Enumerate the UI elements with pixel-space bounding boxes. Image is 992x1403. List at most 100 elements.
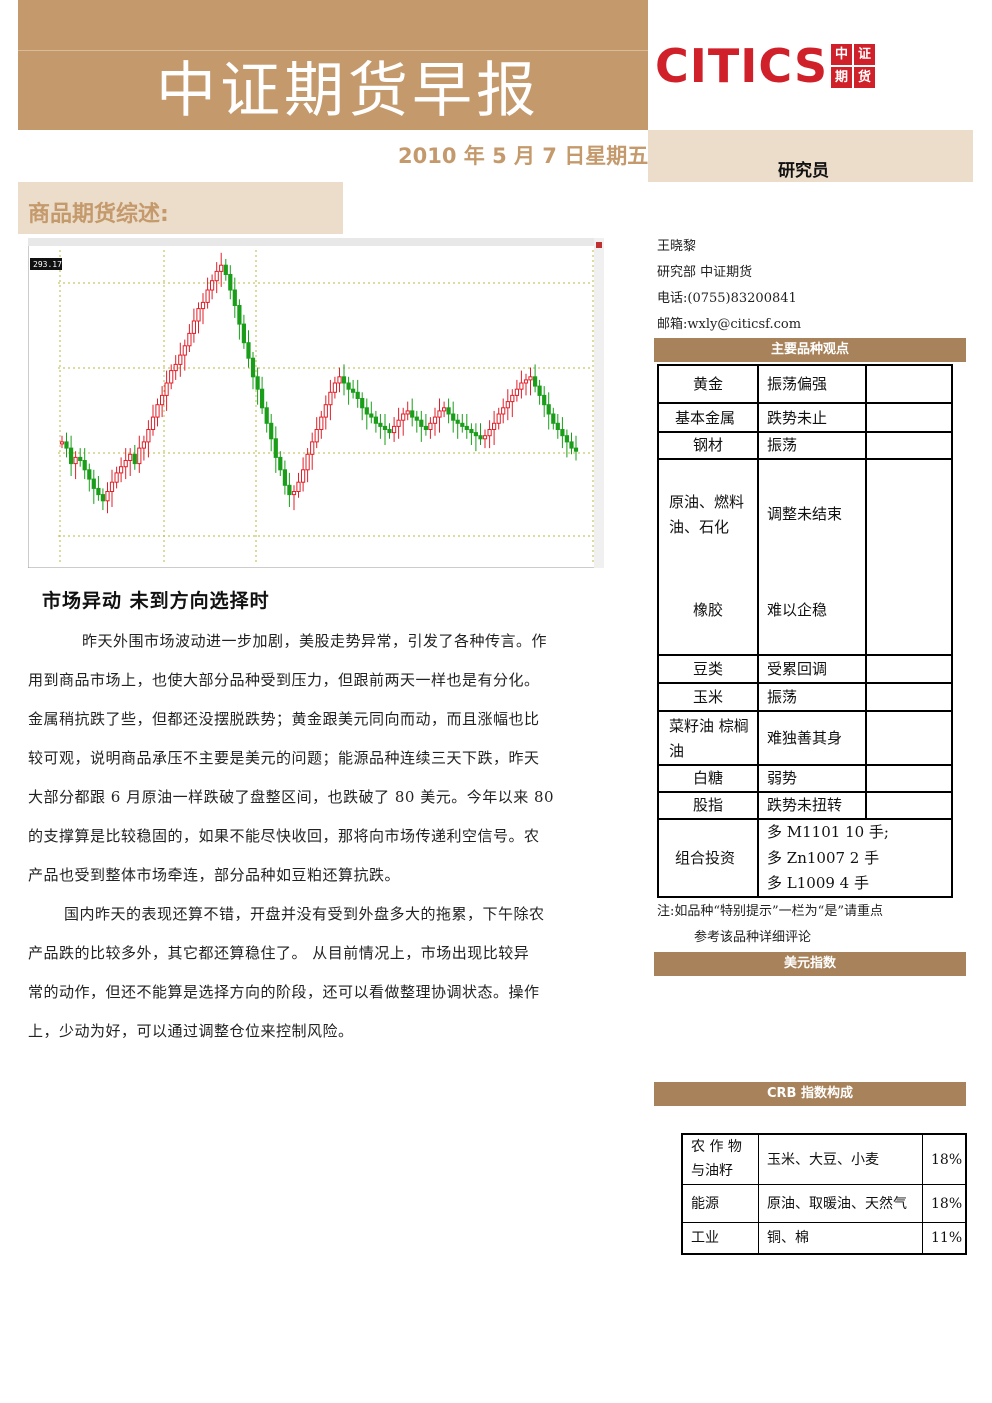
article-line: 大部分都跟 6 月原油一样跌破了盘整区间，也跌破了 80 美元。今年以来 80 <box>28 788 555 806</box>
candle-down <box>91 478 96 489</box>
candle-down <box>78 456 83 461</box>
table-row: 农 作 物 与油籽 玉米、大豆、小麦 18% <box>683 1135 965 1185</box>
article-line: 产品跌的比较多外，其它都还算稳住了。 从目前情况上，市场出现比较异 <box>28 944 530 962</box>
chart-title-strip <box>28 238 604 246</box>
candle-down <box>569 441 574 449</box>
candle-up <box>428 422 433 431</box>
banner-divider <box>18 50 648 51</box>
candle-down <box>542 394 547 406</box>
crb-items: 铜、棉 <box>767 1230 809 1246</box>
section-title: 商品期货综述: <box>28 202 169 227</box>
chart-frame <box>28 238 604 568</box>
candle-up <box>205 289 210 303</box>
candle-up <box>196 308 201 322</box>
article-line: 常的动作，但还不能算是选择方向的阶段，还可以看做整理协调状态。操作 <box>28 983 540 1001</box>
row-name: 钢材 <box>693 436 724 454</box>
crb-header: CRB 指数构成 <box>654 1082 966 1106</box>
crb-category: 与油籽 <box>691 1163 733 1179</box>
row-view-line: 多 M1101 10 手; <box>767 823 889 841</box>
candle-down <box>355 391 360 400</box>
candle-up <box>119 466 124 474</box>
candle-down <box>132 453 137 465</box>
table-row: 菜籽油 棕榈油 难独善其身 <box>659 712 951 766</box>
table-row: 组合投资 多 M1101 10 手; 多 Zn1007 2 手 多 L1009 … <box>659 820 951 896</box>
candle-up <box>401 413 406 421</box>
candle-down <box>228 274 233 291</box>
table-row: 原油、燃料油、石化 橡胶 调整未结束 难以企稳 <box>659 460 951 656</box>
candle-up <box>314 429 319 443</box>
contact-email[interactable]: 邮箱:wxly@citicsf.com <box>657 316 801 334</box>
candle-up <box>319 416 324 431</box>
logo-char-4: 货 <box>854 67 875 88</box>
table-row: 股指 跌势未扭转 <box>659 793 951 820</box>
candle-down <box>369 413 374 418</box>
candle-up <box>482 435 488 440</box>
candle-down <box>560 429 565 437</box>
row-name: 菜籽油 棕榈油 <box>669 717 749 760</box>
candle-up <box>146 429 151 443</box>
table-row: 钢材 振荡 <box>659 433 951 460</box>
views-table: 黄金 振荡偏强 基本金属 跌势未止 钢材 振荡 原油、燃料油、石化 橡胶 调整未… <box>657 364 953 898</box>
contact-phone: 电话:(0755)83200841 <box>657 291 797 306</box>
candle-down <box>460 422 465 427</box>
candle-up <box>200 301 206 310</box>
row-name: 黄金 <box>693 375 724 393</box>
candle-up <box>105 491 110 502</box>
row-name: 基本金属 <box>675 409 736 427</box>
candle-down <box>473 432 478 437</box>
candle-down <box>278 456 283 471</box>
candle-down <box>269 422 274 440</box>
row-view: 跌势未止 <box>767 409 828 427</box>
crb-category: 能源 <box>691 1196 719 1212</box>
crb-pct: 11% <box>931 1230 963 1246</box>
candle-up <box>528 376 533 381</box>
row-view: 受累回调 <box>767 660 828 678</box>
article-line: 国内昨天的表现还算不错，开盘并没有受到外盘多大的拖累，下午除农 <box>64 905 545 923</box>
candle-down <box>564 435 569 443</box>
table-row: 工业 铜、棉 11% <box>683 1223 965 1253</box>
candle-up <box>109 481 115 492</box>
candle-down <box>414 416 419 421</box>
candle-down <box>464 425 469 430</box>
candle-down <box>96 487 101 496</box>
chart-close-icon <box>596 242 602 248</box>
candle-up <box>187 332 192 347</box>
contact-name: 王晓黎 <box>657 239 697 254</box>
row-view: 弱势 <box>767 769 798 787</box>
candle-up <box>219 264 224 272</box>
article-line: 较可观，说明商品承压不主要是美元的问题；能源品种连续三天下跌，昨天 <box>28 749 540 767</box>
candle-up <box>164 382 169 396</box>
researcher-bar: 研究员 <box>648 130 973 182</box>
candle-down <box>373 416 378 424</box>
row-name: 豆类 <box>693 660 724 678</box>
candle-up <box>523 379 529 384</box>
row-view: 振荡 <box>767 436 798 454</box>
crb-pct: 18% <box>931 1196 963 1212</box>
candle-up <box>496 413 501 424</box>
logo-char-2: 证 <box>854 44 875 65</box>
table-row: 白糖 弱势 <box>659 766 951 793</box>
candle-down <box>255 376 260 390</box>
section-header: 商品期货综述: <box>18 182 343 234</box>
candle-down <box>237 305 242 325</box>
usd-index-header: 美元指数 <box>654 952 966 976</box>
candle-down <box>478 435 483 440</box>
row-name: 组合投资 <box>675 849 736 867</box>
candle-up <box>487 429 492 437</box>
article-line: 的支撑算是比较稳固的，如果不能尽快收回，那将向市场传递利空信号。农 <box>28 827 540 845</box>
candle-up <box>141 441 147 449</box>
row-name: 白糖 <box>693 769 724 787</box>
contact-dept: 研究部 中证期货 <box>657 265 753 280</box>
candle-down <box>410 410 415 418</box>
row-view: 难以企稳 <box>767 601 828 619</box>
crb-pct: 18% <box>931 1152 963 1168</box>
candle-down <box>555 422 560 431</box>
row-view: 振荡 <box>767 688 798 706</box>
crb-items: 玉米、大豆、小麦 <box>767 1152 879 1168</box>
candle-down <box>533 376 538 387</box>
candle-down <box>223 264 228 276</box>
row-name: 玉米 <box>693 688 724 706</box>
candle-down <box>287 484 292 496</box>
candle-down <box>546 404 551 415</box>
candle-up <box>291 491 297 496</box>
